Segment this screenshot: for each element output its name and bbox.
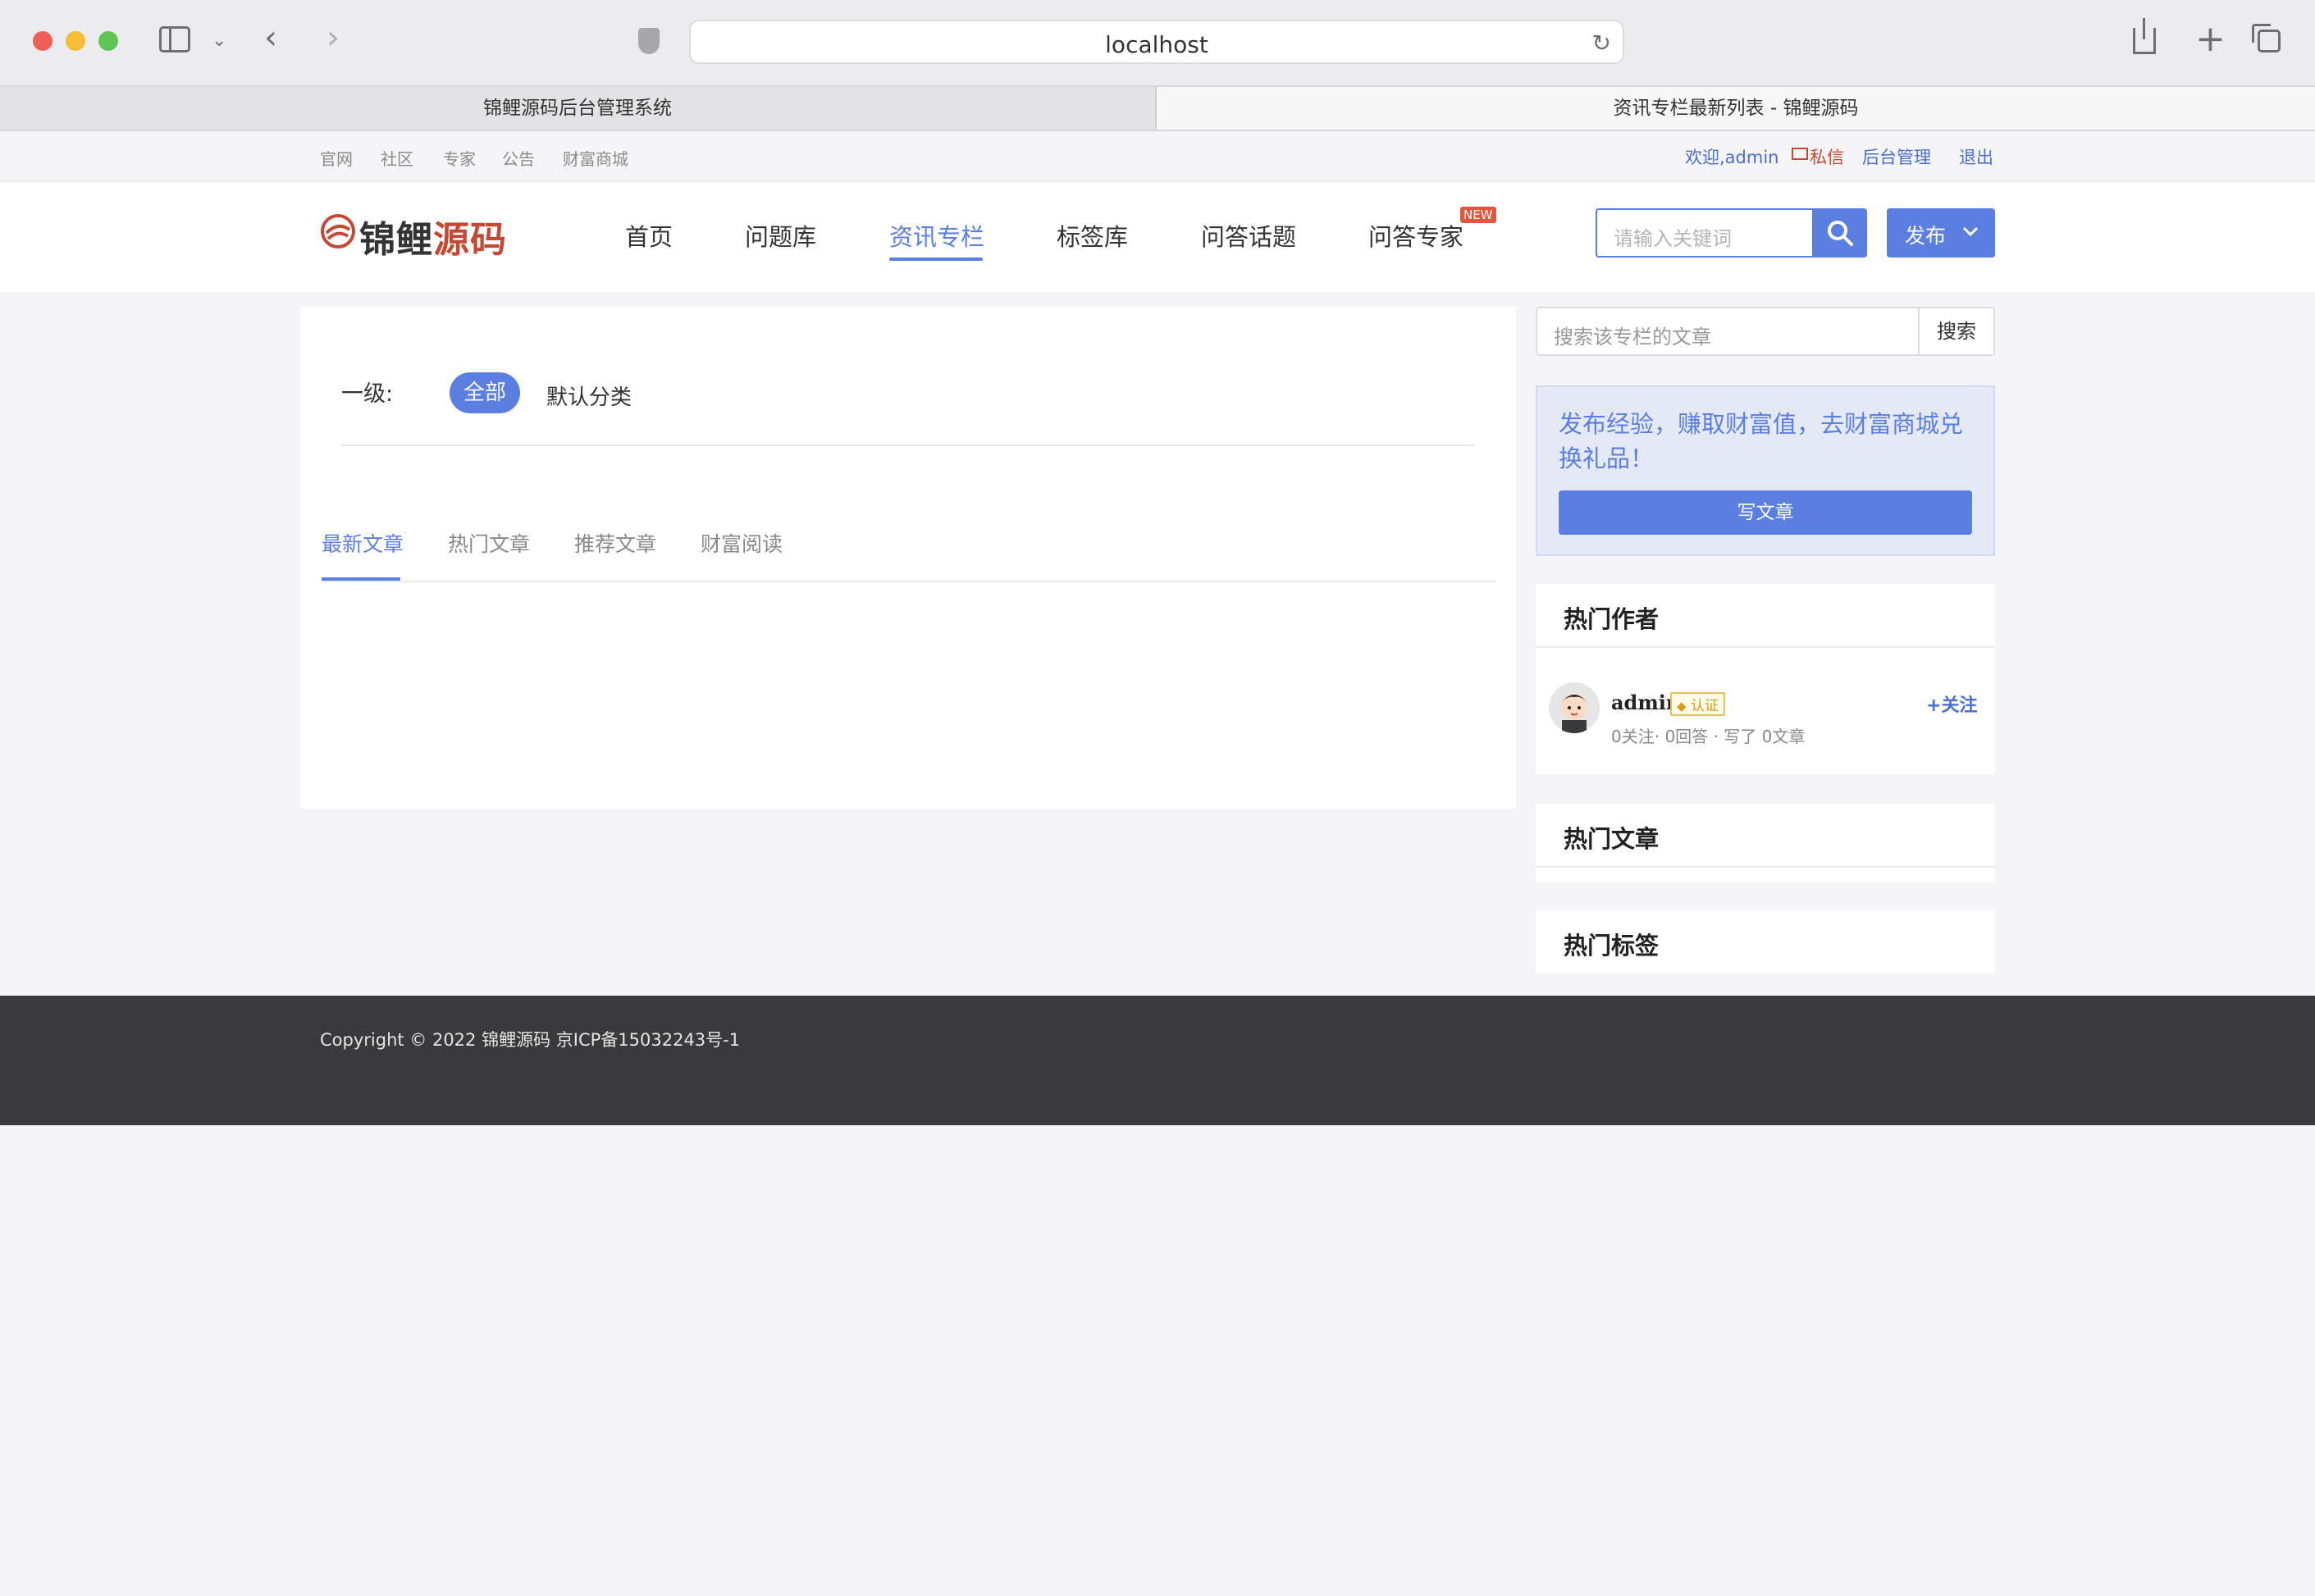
mail-icon	[1792, 148, 1808, 160]
close-window-button[interactable]	[33, 31, 53, 51]
divider	[1536, 646, 1995, 648]
logout-link[interactable]: 退出	[1959, 144, 1993, 169]
promo-box: 发布经验，赚取财富值，去财富商城兑换礼品！ 写文章	[1536, 385, 1995, 556]
nav-qa-topics[interactable]: 问答话题	[1201, 218, 1296, 253]
reload-icon[interactable]: ↻	[1592, 30, 1611, 57]
follow-button[interactable]: +关注	[1926, 691, 1977, 717]
avatar-image	[1549, 682, 1600, 733]
shield-icon[interactable]	[638, 28, 660, 54]
new-badge: NEW	[1460, 207, 1496, 223]
share-icon[interactable]	[2133, 18, 2156, 54]
top-link-announcements[interactable]: 公告	[502, 146, 535, 170]
hot-articles-panel: 热门文章	[1536, 804, 1995, 882]
browser-tab-column-list[interactable]: 资讯专栏最新列表 - 锦鲤源码	[1157, 87, 2315, 130]
tab-overview-icon[interactable]	[2252, 24, 2281, 52]
nav-tag-library[interactable]: 标签库	[1057, 218, 1128, 253]
promo-text: 发布经验，赚取财富值，去财富商城兑换礼品！	[1559, 410, 1964, 472]
publish-dropdown-button[interactable]: 发布	[1887, 208, 1995, 258]
site-search-input[interactable]: 请输入关键词	[1596, 208, 1814, 258]
chevron-down-icon	[1962, 226, 1979, 237]
url-text: localhost	[1105, 31, 1208, 58]
tab-recommended-articles[interactable]: 推荐文章	[574, 528, 656, 558]
verified-badge-label: 认证	[1690, 698, 1719, 714]
column-search-input[interactable]: 搜索该专栏的文章	[1536, 307, 1920, 356]
divider	[1536, 866, 1995, 868]
author-avatar[interactable]	[1549, 682, 1600, 733]
top-link-official[interactable]: 官网	[320, 146, 353, 170]
nav-question-library[interactable]: 问题库	[745, 218, 816, 253]
maximize-window-button[interactable]	[98, 31, 118, 51]
site-search-button[interactable]	[1813, 208, 1867, 258]
nav-qa-experts[interactable]: 问答专家	[1368, 218, 1463, 253]
divider	[322, 581, 1496, 582]
plus-icon: +	[1926, 695, 1942, 716]
logo-text: 锦鲤源码	[359, 210, 507, 262]
divider	[341, 445, 1475, 446]
welcome-link[interactable]: 欢迎,admin	[1685, 144, 1778, 169]
browser-toolbar: ⌄ ‹ › localhost ↻ +	[0, 0, 2315, 85]
top-utility-bar: 官网 社区 专家 公告 财富商城 欢迎,admin 私信 后台管理 退出	[0, 131, 2315, 182]
nav-active-underline	[889, 258, 983, 261]
top-link-mall[interactable]: 财富商城	[563, 146, 628, 170]
minimize-window-button[interactable]	[66, 31, 85, 51]
column-search-placeholder: 搜索该专栏的文章	[1554, 326, 1711, 349]
copyright-text: Copyright © 2022 锦鲤源码 京ICP备15032243号-1	[320, 1030, 741, 1050]
top-link-experts[interactable]: 专家	[443, 146, 476, 170]
column-search-button[interactable]: 搜索	[1918, 307, 1995, 356]
hot-articles-title: 热门文章	[1564, 825, 1660, 853]
top-link-community[interactable]: 社区	[381, 146, 413, 170]
nav-home[interactable]: 首页	[625, 218, 673, 253]
follow-label: 关注	[1941, 695, 1978, 716]
tab-latest-articles[interactable]: 最新文章	[322, 528, 404, 558]
article-list-card: 一级: 全部 默认分类 最新文章 热门文章 推荐文章 财富阅读	[300, 307, 1516, 809]
hot-tags-title: 热门标签	[1564, 932, 1660, 960]
diamond-icon: ◆	[1677, 699, 1687, 714]
nav-news-column[interactable]: 资讯专栏	[889, 218, 984, 253]
admin-panel-link[interactable]: 后台管理	[1862, 144, 1931, 169]
hot-tags-panel: 热门标签	[1536, 910, 1995, 973]
chevron-down-icon[interactable]: ⌄	[212, 25, 226, 57]
hot-authors-title: 热门作者	[1564, 605, 1660, 633]
forward-icon[interactable]: ›	[326, 21, 340, 54]
browser-tab-strip: 锦鲤源码后台管理系统 资讯专栏最新列表 - 锦鲤源码	[0, 85, 2315, 131]
tab-hot-articles[interactable]: 热门文章	[448, 528, 530, 558]
browser-tab-admin[interactable]: 锦鲤源码后台管理系统	[0, 87, 1157, 130]
category-level-label: 一级:	[341, 381, 394, 407]
tab-wealth-reading[interactable]: 财富阅读	[701, 528, 783, 558]
koi-logo-icon	[321, 214, 355, 249]
hot-authors-panel: 热门作者 admin ◆ 认证 0关注· 0回答 · 写了 0文章 +关注	[1536, 584, 1995, 774]
site-footer: Copyright © 2022 锦鲤源码 京ICP备15032243号-1	[0, 996, 2315, 1125]
site-search-placeholder: 请输入关键词	[1614, 227, 1732, 250]
new-tab-icon[interactable]: +	[2195, 21, 2226, 57]
back-icon[interactable]: ‹	[264, 21, 277, 54]
address-bar[interactable]: localhost ↻	[689, 20, 1624, 64]
publish-label: 发布	[1905, 224, 1947, 248]
author-stats: 0关注· 0回答 · 写了 0文章	[1611, 727, 1806, 746]
verified-badge: ◆ 认证	[1670, 692, 1725, 716]
category-chip-default[interactable]: 默认分类	[546, 381, 632, 411]
logo-text-part2: 源码	[433, 219, 507, 261]
category-chip-all[interactable]: 全部	[450, 372, 520, 413]
logo-text-part1: 锦鲤	[359, 219, 433, 261]
write-article-button[interactable]: 写文章	[1559, 490, 1972, 535]
search-icon	[1828, 221, 1853, 246]
message-link[interactable]: 私信	[1810, 144, 1844, 169]
site-header: 锦鲤源码 首页 问题库 资讯专栏 标签库 问答话题 问答专家 NEW 请输入关键…	[0, 182, 2315, 292]
sidebar-toggle-icon[interactable]	[159, 26, 190, 52]
